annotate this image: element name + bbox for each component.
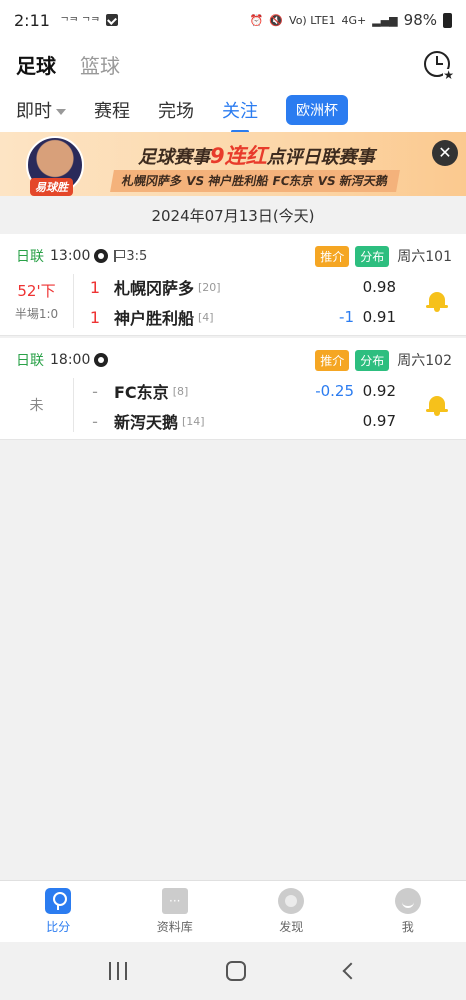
recommend-tag[interactable]: 推介	[315, 349, 350, 371]
sport-header: 足球 篮球 ★	[0, 40, 466, 88]
away-team-row: - 新泻天鹅 [14] 0.97	[84, 408, 466, 434]
home-team-rank: [8]	[172, 384, 189, 398]
bell-icon[interactable]	[426, 394, 448, 416]
corner-count: 3:5	[126, 248, 148, 264]
folder-icon	[161, 888, 188, 914]
headline-post: 点评日联赛事	[266, 147, 375, 168]
promo-banner[interactable]: 易球胜 足球赛事9连红点评日联赛事 札幌冈萨多 VS 神户胜利船 FC东京 VS…	[0, 132, 466, 196]
home-team-name: FC东京	[114, 383, 169, 402]
away-score: 1	[89, 307, 101, 327]
tab-following[interactable]: 关注	[222, 97, 258, 133]
mute-icon: 🔇	[269, 13, 284, 27]
league-name: 日联	[16, 353, 44, 369]
tab-live-label: 即时	[16, 101, 52, 122]
kickoff-time: 13:00	[50, 248, 91, 264]
history-icon[interactable]: ★	[424, 51, 454, 81]
home-team-row: 1 札幌冈萨多 [20] 0.98	[84, 274, 466, 300]
tab-live[interactable]: 即时	[16, 97, 66, 123]
away-team-name: 新泻天鹅	[114, 413, 179, 432]
distribution-tag[interactable]: 分布	[355, 349, 390, 371]
status-icons: ⏰ 🔇 Vo) LTE1 4G+ ▂▄▆ 98%	[250, 11, 452, 29]
distribution-tag[interactable]: 分布	[355, 245, 390, 267]
euro-cup-button[interactable]: 欧洲杯	[286, 95, 348, 125]
match-number: 周六102	[397, 353, 452, 369]
caret-down-icon	[56, 109, 66, 115]
home-odds: 0.98	[362, 278, 396, 296]
bottom-nav: 比分 资料库 发现 我	[0, 880, 466, 942]
home-score: 1	[89, 277, 101, 297]
home-icon[interactable]	[225, 961, 246, 981]
away-team-rank: [4]	[198, 310, 214, 324]
profile-icon	[394, 888, 421, 914]
nav-discover[interactable]: 发现	[233, 881, 350, 942]
headline-highlight: 9连红	[210, 144, 267, 168]
carrier-indicator: ᄀᄏ ᄀᄏ	[59, 16, 100, 28]
away-handicap: -1	[339, 308, 354, 326]
match-card[interactable]: 日联 13:00 3:5 推介 分布 周六101 52'下 半場1:0 1 札幌…	[0, 234, 466, 336]
tab-finished[interactable]: 完场	[158, 97, 194, 123]
date-header: 2024年07月13日(今天)	[0, 196, 466, 234]
banner-headline: 足球赛事9连红点评日联赛事	[138, 140, 375, 170]
away-odds: 0.91	[362, 308, 396, 326]
match-status: 52'下 半場1:0	[0, 274, 74, 328]
away-team-row: 1 神户胜利船 [4] -1 0.91	[84, 304, 466, 330]
nav-database-label: 资料库	[156, 920, 193, 934]
nav-scores-label: 比分	[46, 920, 71, 934]
football-icon	[94, 353, 109, 367]
away-score: -	[92, 411, 98, 431]
match-header: 日联 13:00 3:5 推介 分布 周六101	[16, 245, 452, 267]
headline-pre: 足球赛事	[138, 147, 210, 168]
home-odds: 0.92	[362, 382, 396, 400]
nav-scores[interactable]: 比分	[0, 881, 117, 942]
alarm-icon: ⏰	[249, 13, 264, 27]
tab-football[interactable]: 足球	[16, 50, 56, 79]
nav-database[interactable]: 资料库	[117, 881, 234, 942]
half-time-score: 半場1:0	[14, 307, 59, 321]
home-handicap: -0.25	[315, 382, 354, 400]
home-team-name: 札幌冈萨多	[114, 279, 195, 298]
clock: 2:11	[14, 10, 50, 30]
match-header: 日联 18:00 推介 分布 周六102	[16, 349, 452, 371]
live-minute: 52'下	[17, 282, 56, 300]
system-nav-bar	[0, 942, 466, 1000]
recommend-tag[interactable]: 推介	[315, 245, 350, 267]
discover-icon	[278, 888, 305, 914]
corner-flag-icon	[114, 250, 126, 262]
scores-icon	[45, 888, 72, 914]
home-team-rank: [20]	[198, 280, 221, 294]
tab-schedule[interactable]: 赛程	[94, 97, 130, 123]
network-indicator: 4G+	[341, 13, 367, 27]
status-bar: 2:11 ᄀᄏ ᄀᄏ ⏰ 🔇 Vo) LTE1 4G+ ▂▄▆ 98%	[0, 0, 466, 40]
away-team-rank: [14]	[182, 414, 205, 428]
battery-icon	[443, 12, 452, 28]
nav-me-label: 我	[401, 920, 414, 934]
match-status: 未	[0, 378, 74, 432]
not-started-status: 未	[29, 398, 44, 414]
home-team-row: - FC东京 [8] -0.25 0.92	[84, 378, 466, 404]
close-icon[interactable]: ✕	[432, 140, 458, 166]
league-name: 日联	[16, 249, 44, 265]
match-number: 周六101	[397, 249, 452, 265]
nav-discover-label: 发现	[279, 920, 304, 934]
football-icon	[94, 249, 109, 263]
volte-indicator: Vo) LTE1	[289, 13, 336, 27]
recent-apps-icon[interactable]	[109, 962, 128, 980]
nav-me[interactable]: 我	[350, 881, 466, 942]
home-score: -	[92, 381, 98, 401]
sub-tabs: 即时 赛程 完场 关注 欧洲杯	[0, 88, 466, 133]
tab-basketball[interactable]: 篮球	[80, 50, 120, 79]
away-team-name: 神户胜利船	[114, 309, 195, 328]
back-icon[interactable]	[342, 962, 360, 980]
banner-subtitle: 札幌冈萨多 VS 神户胜利船 FC东京 VS 新泻天鹅	[110, 170, 400, 192]
notification-icon	[105, 14, 118, 26]
brand-tag: 易球胜	[30, 178, 73, 196]
match-card[interactable]: 日联 18:00 推介 分布 周六102 未 - FC东京 [8] -0.25 …	[0, 338, 466, 440]
away-odds: 0.97	[362, 412, 396, 430]
signal-icon: ▂▄▆	[372, 13, 398, 27]
bell-icon[interactable]	[426, 290, 448, 312]
battery-percent: 98%	[403, 11, 437, 29]
kickoff-time: 18:00	[50, 352, 91, 368]
